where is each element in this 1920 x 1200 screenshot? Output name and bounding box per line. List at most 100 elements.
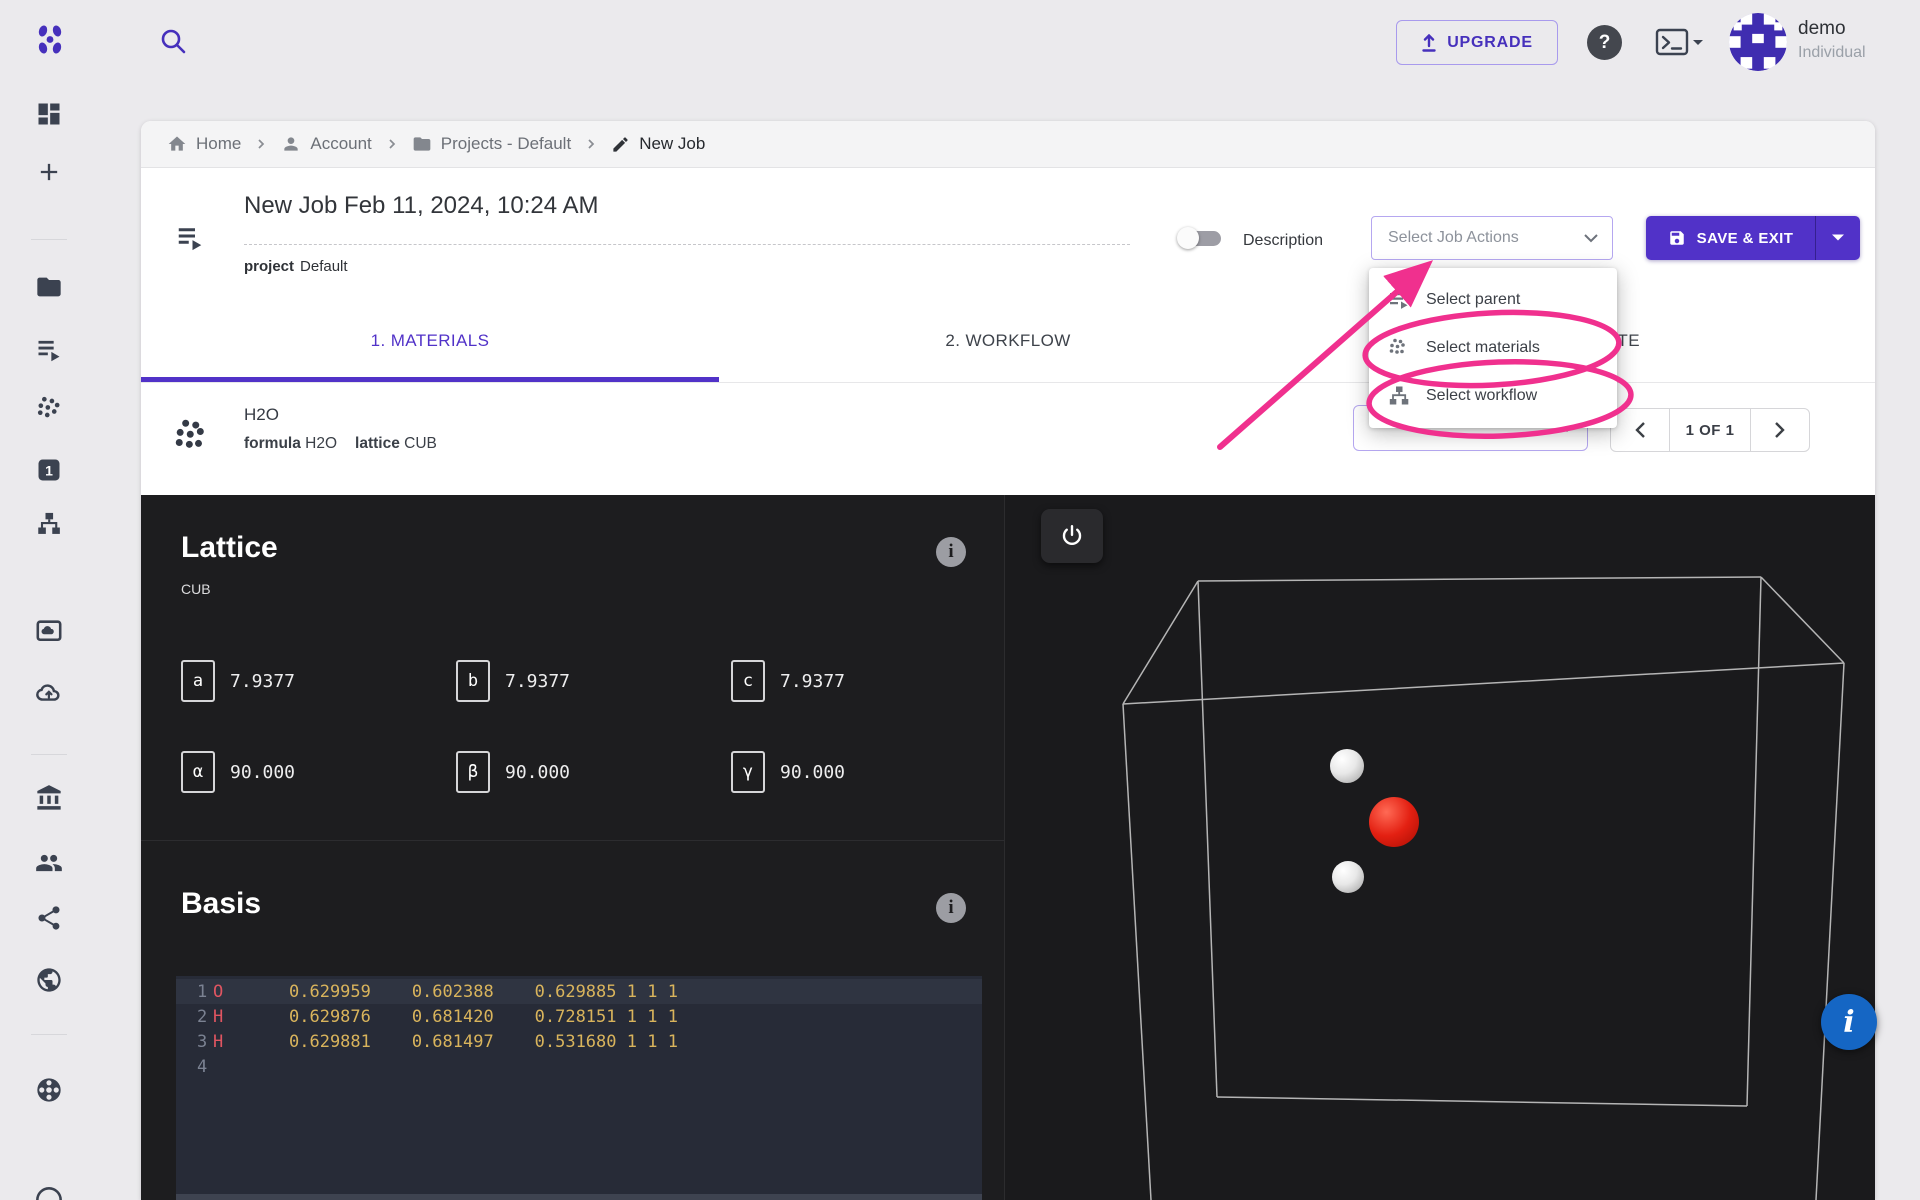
element-symbol: H	[213, 1031, 224, 1052]
sidebar-item-partial-bottom[interactable]	[35, 1186, 63, 1200]
chevron-right-icon	[258, 139, 265, 149]
info-icon: i	[1843, 1004, 1855, 1040]
toggle-knob	[1177, 227, 1199, 249]
plus-icon	[40, 163, 58, 181]
lattice-param-c[interactable]: c 7.9377	[731, 660, 845, 702]
job-title-field[interactable]: New Job Feb 11, 2024, 10:24 AM	[244, 192, 1130, 245]
sidebar-item-batch-jobs[interactable]: 1	[35, 456, 63, 484]
job-actions-select[interactable]: Select Job Actions	[1371, 216, 1613, 260]
section-divider	[141, 840, 1004, 841]
sidebar-item-workflows[interactable]	[35, 510, 63, 538]
breadcrumb-account[interactable]: Account	[281, 134, 372, 154]
user-plan: Individual	[1798, 44, 1866, 61]
coordinates: 0.629959 0.602388 0.629885 1 1 1	[289, 981, 678, 1002]
sidebar-item-projects[interactable]	[35, 273, 63, 301]
upload-arrow-icon	[1422, 33, 1436, 52]
pager-prev-button[interactable]	[1611, 409, 1669, 451]
sidebar-item-share[interactable]	[35, 904, 63, 932]
save-exit-main[interactable]: SAVE & EXIT	[1646, 216, 1816, 260]
people-icon	[36, 854, 62, 872]
atom-hydrogen	[1330, 749, 1364, 783]
atoms-dots-icon	[37, 396, 60, 418]
console-menu-button[interactable]	[1655, 27, 1705, 59]
save-options-button[interactable]	[1816, 216, 1860, 260]
sidebar-item-cloud-upload[interactable]	[35, 678, 63, 706]
param-value: 90.000	[505, 761, 571, 783]
sidebar-divider	[31, 1034, 67, 1035]
save-icon	[1669, 231, 1684, 245]
sidebar: 1	[0, 0, 100, 1200]
param-symbol: β	[456, 751, 490, 793]
lattice-label: lattice	[355, 435, 400, 452]
tab-label: 1. MATERIALS	[370, 330, 490, 350]
sidebar-item-organization[interactable]	[35, 784, 63, 812]
lattice-basis-panel: Lattice i CUB a 7.9377 b 7.9377 c 7.9377…	[141, 495, 1004, 1200]
help-button[interactable]: ?	[1587, 25, 1622, 60]
question-mark-icon: ?	[1598, 31, 1611, 53]
breadcrumb-projects[interactable]: Projects - Default	[412, 134, 571, 154]
sidebar-item-create-new[interactable]	[35, 158, 63, 186]
description-toggle[interactable]	[1177, 224, 1225, 252]
lattice-param-b[interactable]: b 7.9377	[456, 660, 570, 702]
search-icon[interactable]	[158, 26, 188, 56]
tab-workflow[interactable]: 2. WORKFLOW	[719, 299, 1297, 382]
job-title: New Job Feb 11, 2024, 10:24 AM	[244, 192, 599, 219]
lattice-param-a[interactable]: a 7.9377	[181, 660, 295, 702]
info-icon: i	[948, 897, 954, 918]
user-avatar[interactable]	[1729, 13, 1787, 71]
menu-item-select-materials[interactable]: Select materials	[1369, 324, 1617, 372]
lattice-param-beta[interactable]: β 90.000	[456, 751, 570, 793]
job-hierarchy-icon	[175, 222, 205, 252]
sidebar-item-materials[interactable]	[35, 394, 63, 422]
basis-code-editor[interactable]: 1 O 0.629959 0.602388 0.629885 1 1 1 2 H…	[176, 976, 982, 1200]
breadcrumb-home[interactable]: Home	[167, 134, 241, 154]
formula-label: formula	[244, 435, 301, 452]
line-number: 1	[197, 981, 208, 1002]
sidebar-item-help-center[interactable]	[35, 1076, 63, 1104]
param-value: 7.9377	[780, 670, 846, 692]
breadcrumb: Home Account Projects - Default New Job	[141, 121, 1875, 168]
material-atoms-icon	[171, 415, 215, 459]
framed-cloud-icon	[36, 620, 62, 642]
terminal-icon	[1655, 28, 1703, 56]
folder-icon	[413, 137, 431, 151]
pager-page-label: 1 OF 1	[1669, 409, 1751, 451]
editor-scrollbar[interactable]	[176, 1194, 982, 1200]
viewer-info-button[interactable]: i	[1821, 994, 1877, 1050]
atoms-dots-icon	[1389, 338, 1405, 354]
tab-materials[interactable]: 1. MATERIALS	[141, 299, 719, 382]
lattice-param-gamma[interactable]: γ 90.000	[731, 751, 845, 793]
identicon	[1729, 13, 1787, 71]
menu-item-select-parent[interactable]: Select parent	[1369, 276, 1617, 324]
sidebar-item-web[interactable]	[35, 966, 63, 994]
element-symbol: H	[213, 1006, 224, 1027]
breadcrumb-label: Account	[310, 134, 372, 153]
sidebar-item-media[interactable]	[35, 617, 63, 645]
menu-item-label: Select materials	[1426, 339, 1540, 356]
lattice-param-alpha[interactable]: α 90.000	[181, 751, 295, 793]
upgrade-label: UPGRADE	[1447, 33, 1533, 51]
sidebar-item-team[interactable]	[35, 849, 63, 877]
basis-info-button[interactable]: i	[936, 893, 966, 923]
save-exit-button[interactable]: SAVE & EXIT	[1646, 216, 1860, 260]
job-actions-menu: Select parent Select materials Select wo…	[1369, 268, 1617, 428]
param-symbol: a	[181, 660, 215, 702]
menu-item-select-workflow[interactable]: Select workflow	[1369, 372, 1617, 420]
breadcrumb-label: Home	[196, 134, 242, 153]
dashboard-icon	[38, 103, 60, 125]
sidebar-divider	[31, 754, 67, 755]
cloud-upload-icon	[36, 684, 60, 701]
globe-icon	[37, 968, 61, 992]
element-symbol: O	[213, 981, 224, 1002]
sidebar-item-dashboard[interactable]	[35, 100, 63, 128]
pencil-icon	[613, 136, 628, 152]
viewer-power-button[interactable]	[1041, 509, 1103, 563]
pager-next-button[interactable]	[1751, 409, 1809, 451]
lattice-info-button[interactable]: i	[936, 537, 966, 567]
org-chart-icon	[38, 512, 60, 534]
upgrade-button[interactable]: UPGRADE	[1396, 20, 1558, 65]
bank-icon	[37, 785, 61, 810]
structure-viewer-canvas[interactable]: i	[1004, 495, 1877, 1200]
sidebar-item-jobs[interactable]	[35, 335, 63, 363]
batch-count: 1	[45, 462, 53, 478]
